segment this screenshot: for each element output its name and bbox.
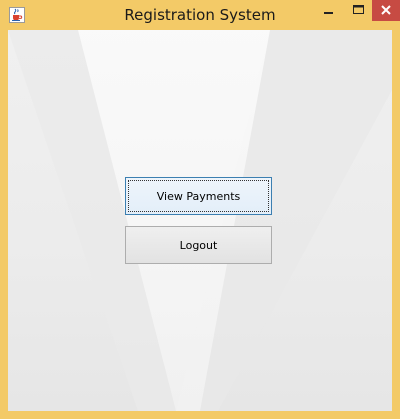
background-v-pattern (8, 30, 392, 411)
close-icon (381, 5, 391, 15)
app-window: Registration System View Payments Logout (0, 0, 400, 419)
maximize-button[interactable] (345, 0, 371, 21)
minimize-icon (324, 12, 333, 14)
content-panel: View Payments Logout (8, 30, 392, 411)
title-bar[interactable]: Registration System (0, 0, 400, 30)
close-button[interactable] (372, 0, 400, 21)
logout-button[interactable]: Logout (125, 226, 272, 264)
focus-ring (128, 180, 269, 212)
minimize-button[interactable] (311, 0, 345, 21)
view-payments-button[interactable]: View Payments (125, 177, 272, 215)
maximize-icon (353, 5, 364, 14)
logout-label: Logout (179, 238, 218, 252)
